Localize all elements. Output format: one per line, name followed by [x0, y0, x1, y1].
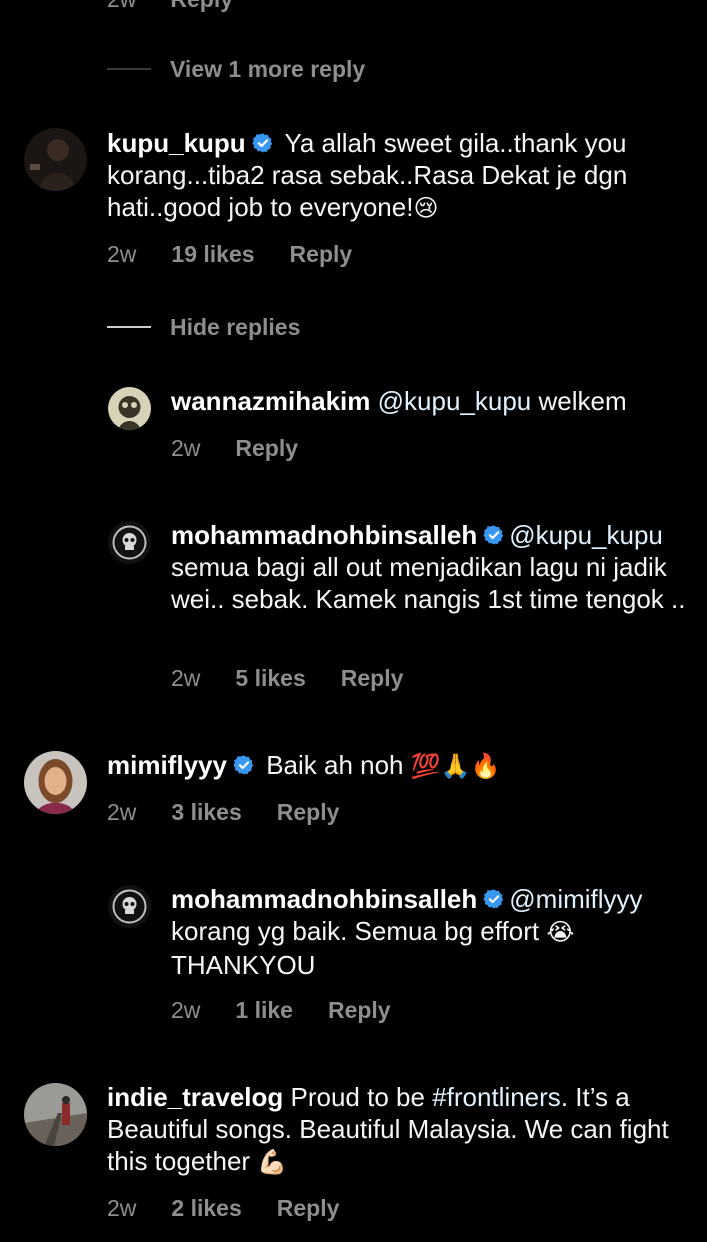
- reply-button[interactable]: Reply: [277, 1195, 340, 1222]
- hide-replies[interactable]: Hide replies: [107, 312, 300, 342]
- comment-body: mimiflyyy Baik ah noh 💯🙏🔥: [107, 749, 692, 783]
- hashtag-link[interactable]: #frontliners: [432, 1082, 561, 1112]
- username[interactable]: wannazmihakim: [171, 386, 370, 416]
- comment-body: kupu_kupu Ya allah sweet gila..thank you…: [107, 127, 692, 225]
- avatar[interactable]: [108, 387, 151, 430]
- comment-time: 2w: [107, 798, 137, 825]
- comment-text: Baik ah noh: [266, 750, 404, 780]
- hide-replies-label[interactable]: Hide replies: [170, 314, 300, 341]
- view-more-replies[interactable]: View 1 more reply: [107, 54, 365, 84]
- comment-body: wannazmihakim @kupu_kupu welkem: [171, 385, 691, 417]
- comment-text: korang yg baik. Semua bg effort: [171, 916, 540, 946]
- railway-photo-avatar-icon: [24, 1083, 87, 1146]
- comment-body: indie_travelog Proud to be #frontliners.…: [107, 1081, 697, 1179]
- skull-badge-avatar-icon: [108, 885, 151, 928]
- comment-meta: 2w 1 like Reply: [171, 995, 391, 1025]
- mention-link[interactable]: @mimiflyyy: [509, 884, 642, 914]
- verified-badge-icon: [233, 754, 255, 776]
- previous-comment-meta: 2w Reply: [107, 0, 233, 13]
- reply-button[interactable]: Reply: [277, 799, 340, 826]
- likes-count[interactable]: 19 likes: [171, 241, 254, 268]
- comment-text: welkem: [538, 386, 627, 416]
- likes-count[interactable]: 3 likes: [171, 799, 241, 826]
- skull-badge-avatar-icon: [108, 521, 151, 564]
- reply-button[interactable]: Reply: [328, 997, 391, 1024]
- flexed-biceps-emoji: 💪🏻: [257, 1149, 288, 1176]
- username[interactable]: mohammadnohbinsalleh: [171, 884, 477, 914]
- person-dark-avatar-icon: [24, 128, 87, 191]
- crying-face-emoji: 😢: [413, 195, 439, 222]
- woman-portrait-avatar-icon: [24, 751, 87, 814]
- comment-time: 2w: [171, 664, 201, 691]
- comment-body: mohammadnohbinsalleh @mimiflyyy korang yg…: [171, 883, 691, 981]
- likes-count[interactable]: 5 likes: [235, 665, 305, 692]
- avatar[interactable]: [24, 1083, 87, 1146]
- reply-button[interactable]: Reply: [235, 435, 298, 462]
- username[interactable]: mohammadnohbinsalleh: [171, 520, 477, 550]
- reply-button[interactable]: Reply: [170, 0, 233, 13]
- comment-meta: 2w 3 likes Reply: [107, 797, 339, 827]
- face-illustration-avatar-icon: [108, 387, 151, 430]
- verified-badge-icon: [483, 524, 505, 546]
- avatar[interactable]: [108, 521, 151, 564]
- comment-text: Proud to be: [290, 1082, 425, 1112]
- mention-link[interactable]: @kupu_kupu: [378, 386, 532, 416]
- comment-meta: 2w 2 likes Reply: [107, 1193, 339, 1223]
- comment-time: 2w: [171, 996, 201, 1023]
- comment-time: 2w: [107, 1194, 137, 1221]
- username[interactable]: indie_travelog: [107, 1082, 283, 1112]
- comment-text: semua bagi all out menjadikan lagu ni ja…: [171, 552, 686, 614]
- mention-link[interactable]: @kupu_kupu: [509, 520, 663, 550]
- comment-time: 2w: [107, 240, 137, 267]
- avatar[interactable]: [24, 751, 87, 814]
- comment-meta: 2w 5 likes Reply: [171, 663, 403, 693]
- loudly-crying-emoji: 😭: [546, 919, 575, 946]
- reply-button[interactable]: Reply: [341, 665, 404, 692]
- hundred-pray-fire-emoji: 💯🙏🔥: [410, 753, 501, 780]
- comment-body: mohammadnohbinsalleh @kupu_kupu semua bag…: [171, 519, 701, 615]
- avatar[interactable]: [24, 128, 87, 191]
- reply-button[interactable]: Reply: [290, 241, 353, 268]
- avatar[interactable]: [108, 885, 151, 928]
- likes-count[interactable]: 2 likes: [171, 1195, 241, 1222]
- comment-meta: 2w 19 likes Reply: [107, 239, 352, 269]
- verified-badge-icon: [252, 132, 274, 154]
- divider-line: [107, 68, 151, 70]
- verified-badge-icon: [483, 888, 505, 910]
- divider-line: [107, 326, 151, 328]
- view-more-replies-label[interactable]: View 1 more reply: [170, 56, 365, 83]
- username[interactable]: kupu_kupu: [107, 128, 246, 158]
- likes-count[interactable]: 1 like: [235, 997, 293, 1024]
- comment-time: 2w: [107, 0, 136, 13]
- comment-meta: 2w Reply: [171, 433, 298, 463]
- comment-text-line2: THANKYOU: [171, 950, 316, 980]
- username[interactable]: mimiflyyy: [107, 750, 227, 780]
- comment-time: 2w: [171, 434, 201, 461]
